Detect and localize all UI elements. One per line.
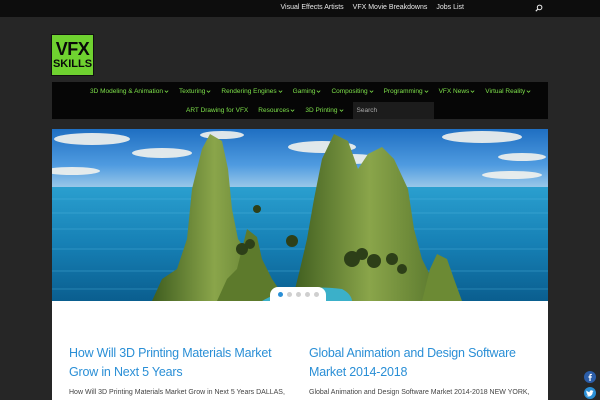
posts-area: How Will 3D Printing Materials Market Gr… bbox=[52, 301, 548, 400]
top-link-visual-effects-artists[interactable]: Visual Effects Artists bbox=[281, 4, 344, 11]
nav-search-input[interactable] bbox=[352, 101, 434, 119]
chevron-down-icon bbox=[316, 89, 321, 94]
chevron-down-icon bbox=[424, 89, 429, 94]
chevron-down-icon bbox=[369, 89, 374, 94]
nav-item-gaming[interactable]: Gaming bbox=[288, 88, 327, 95]
nav-item-label: Virtual Reality bbox=[485, 87, 526, 95]
nav-item-label: Rendering Engines bbox=[221, 87, 277, 95]
slider-dot-1[interactable] bbox=[277, 291, 283, 297]
nav-item-label: 3D Modeling & Animation bbox=[90, 87, 163, 95]
post-excerpt: Global Animation and Design Software Mar… bbox=[309, 389, 530, 396]
top-links: Visual Effects Artists VFX Movie Breakdo… bbox=[281, 4, 465, 11]
nav-item-virtual-reality[interactable]: Virtual Reality bbox=[480, 88, 536, 95]
chevron-down-icon bbox=[206, 89, 211, 94]
chevron-down-icon bbox=[339, 108, 344, 113]
facebook-icon[interactable] bbox=[584, 371, 596, 383]
slider-dots bbox=[270, 287, 326, 301]
nav-item-texturing[interactable]: Texturing bbox=[174, 88, 216, 95]
site-logo[interactable]: VFX SKILLS bbox=[51, 34, 94, 76]
slider-dot-2[interactable] bbox=[286, 291, 292, 297]
nav-item-label: Texturing bbox=[179, 87, 206, 95]
nav-item-vfx-news[interactable]: VFX News bbox=[434, 88, 481, 95]
nav-row-primary: 3D Modeling & Animation Texturing Render… bbox=[85, 82, 536, 100]
chevron-down-icon bbox=[290, 108, 295, 113]
top-link-jobs-list[interactable]: Jobs List bbox=[436, 4, 464, 11]
chevron-down-icon bbox=[278, 89, 283, 94]
search-icon[interactable] bbox=[535, 4, 543, 12]
main-nav: 3D Modeling & Animation Texturing Render… bbox=[52, 82, 548, 119]
featured-slider[interactable] bbox=[52, 129, 548, 301]
chevron-down-icon bbox=[526, 89, 531, 94]
nav-item-label: 3D Printing bbox=[305, 106, 338, 114]
nav-item-resources[interactable]: Resources bbox=[253, 107, 300, 114]
top-link-vfx-movie-breakdowns[interactable]: VFX Movie Breakdowns bbox=[353, 4, 428, 11]
slider-image bbox=[52, 129, 548, 301]
logo-skills-text: SKILLS bbox=[52, 57, 93, 70]
nav-item-label: Resources bbox=[258, 106, 290, 114]
post-title[interactable]: How Will 3D Printing Materials Market Gr… bbox=[69, 344, 301, 382]
nav-item-label: ART Drawing for VFX bbox=[186, 106, 249, 114]
nav-item-label: Gaming bbox=[292, 87, 316, 95]
twitter-icon[interactable] bbox=[584, 387, 596, 399]
slider-dot-5[interactable] bbox=[313, 291, 319, 297]
post-card: Global Animation and Design Software Mar… bbox=[309, 344, 541, 398]
nav-item-label: VFX News bbox=[438, 87, 470, 95]
nav-item-label: Compositing bbox=[331, 87, 368, 95]
logo-vfx-text: VFX bbox=[55, 38, 90, 59]
nav-item-3d-modeling-animation[interactable]: 3D Modeling & Animation bbox=[85, 88, 174, 95]
slider-dot-3[interactable] bbox=[295, 291, 301, 297]
nav-item-art-drawing-for-vfx[interactable]: ART Drawing for VFX bbox=[181, 107, 253, 114]
chevron-down-icon bbox=[164, 89, 169, 94]
post-excerpt: How Will 3D Printing Materials Market Gr… bbox=[69, 389, 285, 396]
nav-item-label: Programming bbox=[383, 87, 423, 95]
post-title[interactable]: Global Animation and Design Software Mar… bbox=[309, 344, 541, 382]
post-card: How Will 3D Printing Materials Market Gr… bbox=[69, 344, 301, 398]
nav-item-compositing[interactable]: Compositing bbox=[326, 88, 378, 95]
chevron-down-icon bbox=[470, 89, 475, 94]
slider-dot-4[interactable] bbox=[304, 291, 310, 297]
nav-item-programming[interactable]: Programming bbox=[379, 88, 434, 95]
nav-item-3d-printing[interactable]: 3D Printing bbox=[300, 107, 348, 114]
top-bar: Visual Effects Artists VFX Movie Breakdo… bbox=[0, 0, 600, 17]
nav-item-rendering-engines[interactable]: Rendering Engines bbox=[216, 88, 287, 95]
nav-row-secondary: ART Drawing for VFX Resources 3D Printin… bbox=[181, 101, 434, 119]
